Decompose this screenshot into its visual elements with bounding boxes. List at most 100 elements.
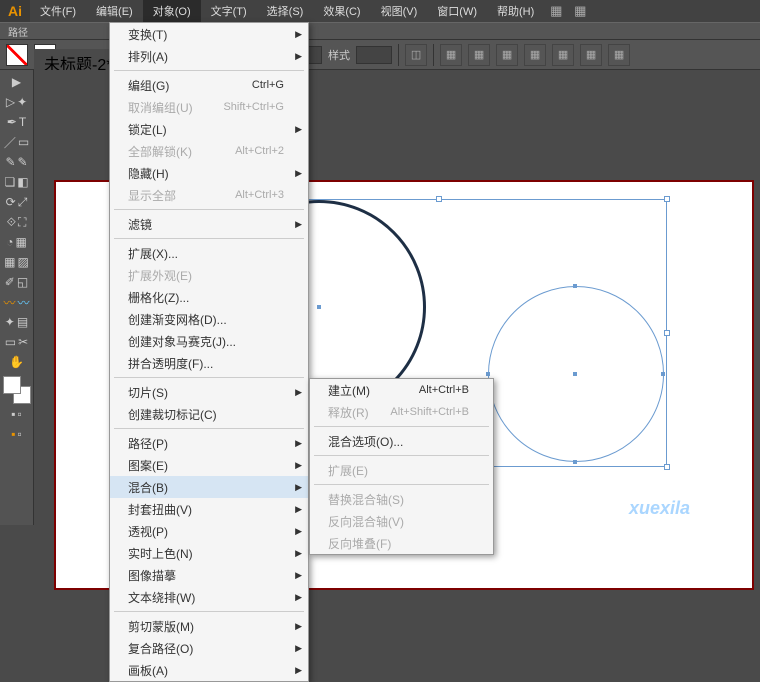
- menu-view[interactable]: 视图(V): [371, 0, 428, 22]
- menu-item-label: 锁定(L): [128, 121, 167, 138]
- menu-item-label: 路径(P): [128, 435, 168, 452]
- symbol-sprayer-tool[interactable]: ✦▤: [2, 314, 32, 330]
- object-menu-item[interactable]: 排列(A)▶: [110, 45, 308, 67]
- menu-shortcut: Alt+Shift+Ctrl+B: [390, 406, 469, 418]
- options-icon[interactable]: ▦: [468, 44, 490, 66]
- resize-handle[interactable]: [436, 196, 442, 202]
- object-menu-item: 显示全部Alt+Ctrl+3: [110, 184, 308, 206]
- app-logo: Ai: [0, 0, 30, 22]
- menu-file[interactable]: 文件(F): [30, 0, 86, 22]
- menu-help[interactable]: 帮助(H): [487, 0, 544, 22]
- center-point: [573, 372, 577, 376]
- blend-menu-item[interactable]: 混合选项(O)...: [310, 430, 493, 452]
- options-icon[interactable]: ▦: [608, 44, 630, 66]
- blob-brush-tool[interactable]: ❏◧: [2, 174, 32, 190]
- watermark: xuexila: [629, 498, 690, 519]
- object-menu-item[interactable]: 混合(B)▶: [110, 476, 308, 498]
- submenu-arrow-icon: ▶: [295, 643, 302, 654]
- options-icon[interactable]: ▦: [580, 44, 602, 66]
- object-menu-item[interactable]: 路径(P) ▶: [110, 432, 308, 454]
- mesh-tool[interactable]: ▦▨: [2, 254, 32, 270]
- menu-window[interactable]: 窗口(W): [427, 0, 487, 22]
- menu-item-label: 创建对象马赛克(J)...: [128, 333, 236, 350]
- submenu-arrow-icon: ▶: [295, 387, 302, 398]
- object-menu-item[interactable]: 图案(E)▶: [110, 454, 308, 476]
- object-menu-item[interactable]: 拼合透明度(F)...: [110, 352, 308, 374]
- submenu-arrow-icon: ▶: [295, 621, 302, 632]
- submenu-arrow-icon: ▶: [295, 482, 302, 493]
- brush-tool[interactable]: ✎✎: [2, 154, 32, 170]
- hand-tool[interactable]: ✋: [9, 354, 25, 370]
- object-menu-item[interactable]: 文本绕排(W)▶: [110, 586, 308, 608]
- menu-object[interactable]: 对象(O): [143, 0, 201, 22]
- menu-select[interactable]: 选择(S): [257, 0, 314, 22]
- blend-menu-item[interactable]: 建立(M)Alt+Ctrl+B: [310, 379, 493, 401]
- submenu-arrow-icon: ▶: [295, 29, 302, 40]
- object-menu-item[interactable]: 变换(T) ▶: [110, 23, 308, 45]
- line-tool[interactable]: ／▭: [2, 134, 32, 150]
- object-menu-item[interactable]: 隐藏(H)▶: [110, 162, 308, 184]
- object-menu-item[interactable]: 实时上色(N) ▶: [110, 542, 308, 564]
- rotate-tool[interactable]: ⟳⤢: [2, 194, 32, 210]
- center-point: [317, 305, 321, 309]
- object-menu-item[interactable]: 编组(G)Ctrl+G: [110, 74, 308, 96]
- selection-tool[interactable]: ▶: [9, 74, 25, 90]
- direct-selection-tool[interactable]: ▷✦: [2, 94, 32, 110]
- submenu-arrow-icon: ▶: [295, 504, 302, 515]
- align-icon[interactable]: ◫: [405, 44, 427, 66]
- resize-handle[interactable]: [664, 330, 670, 336]
- submenu-arrow-icon: ▶: [295, 438, 302, 449]
- menu-item-label: 替换混合轴(S): [328, 491, 404, 508]
- graphic-style-dropdown[interactable]: [356, 46, 392, 64]
- blend-submenu: 建立(M)Alt+Ctrl+B释放(R)Alt+Shift+Ctrl+B混合选项…: [309, 378, 494, 555]
- menu-item-label: 画板(A): [128, 662, 168, 679]
- options-icon[interactable]: ▦: [440, 44, 462, 66]
- shape-builder-tool[interactable]: ◔▦: [2, 234, 32, 250]
- menu-separator: [114, 428, 304, 429]
- fill-swatch[interactable]: [6, 44, 28, 66]
- menu-item-label: 实时上色(N): [128, 545, 193, 562]
- resize-handle[interactable]: [664, 464, 670, 470]
- artboard-tool[interactable]: ▭✂: [2, 334, 32, 350]
- object-menu-item[interactable]: 扩展(X)...: [110, 242, 308, 264]
- options-icon[interactable]: ▦: [496, 44, 518, 66]
- object-menu-item[interactable]: 画板(A)▶: [110, 659, 308, 681]
- color-mode[interactable]: ▪▫: [2, 406, 32, 422]
- resize-handle[interactable]: [664, 196, 670, 202]
- object-menu-item[interactable]: 封套扭曲(V)▶: [110, 498, 308, 520]
- blend-tool[interactable]: 〰〰: [2, 294, 32, 310]
- submenu-arrow-icon: ▶: [295, 548, 302, 559]
- anchor-point[interactable]: [573, 284, 577, 288]
- object-menu-item[interactable]: 复合路径(O)▶: [110, 637, 308, 659]
- menu-type[interactable]: 文字(T): [201, 0, 257, 22]
- options-icon[interactable]: ▦: [524, 44, 546, 66]
- object-menu-item[interactable]: 图像描摹▶: [110, 564, 308, 586]
- anchor-point[interactable]: [661, 372, 665, 376]
- object-menu-item[interactable]: 创建渐变网格(D)...: [110, 308, 308, 330]
- anchor-point[interactable]: [573, 460, 577, 464]
- object-menu-item[interactable]: 栅格化(Z)...: [110, 286, 308, 308]
- object-menu-item[interactable]: 透视(P)▶: [110, 520, 308, 542]
- menu-edit[interactable]: 编辑(E): [86, 0, 143, 22]
- toolbar-icon[interactable]: ▦: [568, 0, 592, 22]
- screen-mode[interactable]: ▪▫: [2, 426, 32, 442]
- object-menu-item[interactable]: 锁定(L)▶: [110, 118, 308, 140]
- pen-tool[interactable]: ✒T: [2, 114, 32, 130]
- object-menu-item[interactable]: 切片(S)▶: [110, 381, 308, 403]
- menu-shortcut: Alt+Ctrl+2: [235, 145, 284, 157]
- object-menu-item[interactable]: 滤镜▶: [110, 213, 308, 235]
- toolbar-icon[interactable]: ▦: [544, 0, 568, 22]
- object-menu-item[interactable]: 创建裁切标记(C): [110, 403, 308, 425]
- menu-item-label: 变换(T): [128, 26, 167, 43]
- menu-item-label: 全部解锁(K): [128, 143, 192, 160]
- menu-effect[interactable]: 效果(C): [313, 0, 370, 22]
- object-menu-item[interactable]: 创建对象马赛克(J)...: [110, 330, 308, 352]
- style-label: 样式: [328, 47, 350, 63]
- anchor-point[interactable]: [486, 372, 490, 376]
- object-menu-item[interactable]: 剪切蒙版(M)▶: [110, 615, 308, 637]
- object-menu-dropdown: 变换(T)▶排列(A)▶编组(G)Ctrl+G取消编组(U)Shift+Ctrl…: [109, 22, 309, 682]
- fill-stroke-swatch[interactable]: [3, 376, 31, 404]
- width-tool[interactable]: ⟐⛶: [2, 214, 32, 230]
- eyedropper-tool[interactable]: ✐◱: [2, 274, 32, 290]
- options-icon[interactable]: ▦: [552, 44, 574, 66]
